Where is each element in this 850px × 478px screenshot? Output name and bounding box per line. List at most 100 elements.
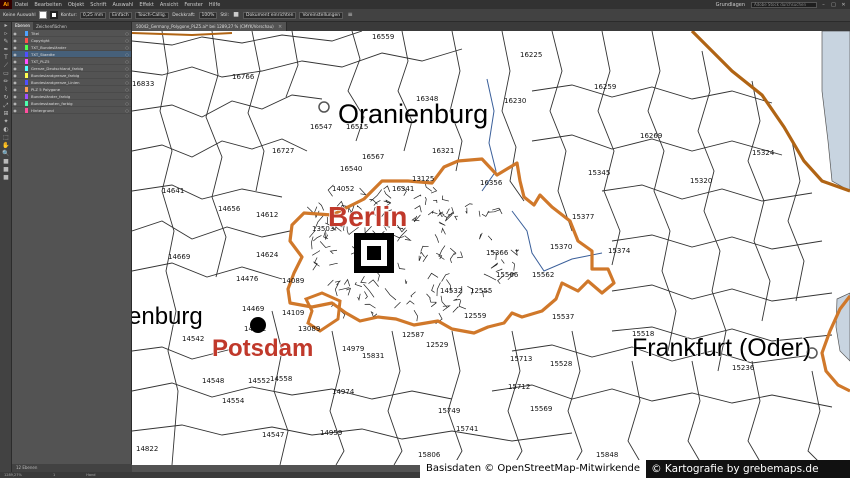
opacity-field[interactable]: 100%	[198, 11, 218, 19]
layer-row[interactable]: ◉ PLZ 5 Polygone ○	[12, 86, 131, 93]
grebemaps-attribution: © Kartografie by grebemaps.de	[646, 460, 850, 478]
layer-name: Copyright	[31, 37, 50, 43]
stroke-swatch[interactable]	[49, 11, 58, 19]
layer-name: Bundesstaaten_farbig	[31, 100, 73, 106]
fill-swatch[interactable]	[38, 11, 47, 19]
tab-ebenen[interactable]: Ebenen	[12, 22, 34, 30]
visibility-eye-icon[interactable]: ◉	[12, 31, 18, 36]
menu-objekt[interactable]: Objekt	[65, 2, 87, 8]
layer-row[interactable]: ◉ Grenze_Deutschland_farbig ○	[12, 65, 131, 72]
target-circle-icon[interactable]: ○	[123, 59, 131, 64]
style-dropdown[interactable]: Touch-Callig.	[134, 11, 170, 19]
arrange-icon[interactable]: ≡	[346, 11, 354, 19]
target-circle-icon[interactable]: ○	[123, 108, 131, 113]
selection-tool-icon[interactable]: ▸	[0, 22, 12, 30]
menu-schrift[interactable]: Schrift	[87, 2, 109, 8]
color-swatch-icon[interactable]: ■	[0, 166, 12, 174]
minimize-icon[interactable]: –	[820, 2, 827, 8]
eraser-tool-icon[interactable]: ⌇	[0, 86, 12, 94]
document-tab[interactable]: 50042_Germany_Polygone_PLZ5.ai* bei 1289…	[132, 22, 288, 31]
line-tool-icon[interactable]: ⟋	[0, 62, 12, 70]
target-circle-icon[interactable]: ○	[123, 66, 131, 71]
menu-bearbeiten[interactable]: Bearbeiten	[31, 2, 64, 8]
opacity-label: Deckkraft:	[172, 12, 196, 18]
symbol-sprayer-tool-icon[interactable]: ✦	[0, 118, 12, 126]
menu-ansicht[interactable]: Ansicht	[157, 2, 181, 8]
visibility-eye-icon[interactable]: ◉	[12, 45, 18, 50]
type-tool-icon[interactable]: T	[0, 54, 12, 62]
layer-row[interactable]: ◉ Bundeslandgrenze_farbig ○	[12, 72, 131, 79]
stock-search-input[interactable]: Adobe Stock durchsuchen	[751, 1, 817, 8]
visibility-eye-icon[interactable]: ◉	[12, 87, 18, 92]
visibility-eye-icon[interactable]: ◉	[12, 52, 18, 57]
scale-tool-icon[interactable]: ⤢	[0, 102, 12, 110]
pencil-tool-icon[interactable]: ✏	[0, 78, 12, 86]
tab-zeichenflaechen[interactable]: Zeichenflächen	[33, 24, 70, 29]
layer-row[interactable]: ◉ Bundesstaaten_farbig ○	[12, 100, 131, 107]
layer-row[interactable]: ◉ TXT_Staedte ○	[12, 51, 131, 58]
artboard-tool-icon[interactable]: ⬚	[0, 134, 12, 142]
menu-effekt[interactable]: Effekt	[136, 2, 157, 8]
direct-selection-tool-icon[interactable]: ▹	[0, 30, 12, 38]
postcode-label: 14109	[282, 309, 304, 317]
workspace-switcher[interactable]: Grundlagen	[713, 2, 748, 8]
layer-name: Hintergrund	[31, 107, 54, 113]
menu-hilfe[interactable]: Hilfe	[206, 2, 223, 8]
layer-row[interactable]: ◉ Bundeslandgrenze_Linien ○	[12, 79, 131, 86]
target-circle-icon[interactable]: ○	[123, 38, 131, 43]
visibility-eye-icon[interactable]: ◉	[12, 94, 18, 99]
artboard-canvas[interactable]: 16559 16766 16225 16833 16515 16230 16259 16348…	[132, 31, 850, 465]
layer-row[interactable]: ◉ Bundesländer_farbig ○	[12, 93, 131, 100]
visibility-eye-icon[interactable]: ◉	[12, 101, 18, 106]
postcode-label: 15537	[552, 313, 574, 321]
visibility-eye-icon[interactable]: ◉	[12, 59, 18, 64]
target-circle-icon[interactable]: ○	[123, 80, 131, 85]
shape-builder-tool-icon[interactable]: ⊞	[0, 110, 12, 118]
visibility-eye-icon[interactable]: ◉	[12, 108, 18, 113]
target-circle-icon[interactable]: ○	[123, 73, 131, 78]
menu-fenster[interactable]: Fenster	[181, 2, 206, 8]
hand-tool-icon[interactable]: ✋	[0, 142, 12, 150]
target-circle-icon[interactable]: ○	[123, 101, 131, 106]
rotate-tool-icon[interactable]: ↻	[0, 94, 12, 102]
postcode-label: 14052	[332, 185, 354, 193]
pen-tool-icon[interactable]: ✎	[0, 38, 12, 46]
close-tab-icon[interactable]: ×	[278, 24, 282, 30]
gradient-tool-icon[interactable]: ◐	[0, 126, 12, 134]
style-picker-icon[interactable]: ■	[232, 11, 240, 19]
color-swatch-icon[interactable]: ■	[0, 158, 12, 166]
layer-row[interactable]: ◉ Copyright ○	[12, 37, 131, 44]
close-icon[interactable]: ✕	[840, 2, 847, 8]
control-bar: Keine Auswahl Kontur: 0,25 mm Einfach To…	[0, 9, 850, 22]
target-circle-icon[interactable]: ○	[123, 31, 131, 36]
rectangle-tool-icon[interactable]: ▭	[0, 70, 12, 78]
postcode-label: 14612	[256, 211, 278, 219]
postcode-label: 16727	[272, 147, 294, 155]
layer-row[interactable]: ◉ TXT_PLZ5 ○	[12, 58, 131, 65]
target-circle-icon[interactable]: ○	[123, 87, 131, 92]
layer-row[interactable]: ◉ Hintergrund ○	[12, 107, 131, 114]
stroke-width-field[interactable]: 0,25 mm	[79, 11, 107, 19]
artboard-number[interactable]: 1	[53, 473, 55, 477]
target-circle-icon[interactable]: ○	[123, 45, 131, 50]
zoom-tool-icon[interactable]: 🔍	[0, 150, 12, 158]
brush-dropdown[interactable]: Einfach	[109, 11, 132, 19]
target-circle-icon[interactable]: ○	[123, 94, 131, 99]
postcode-label: 15366	[486, 249, 509, 257]
visibility-eye-icon[interactable]: ◉	[12, 38, 18, 43]
preferences-button[interactable]: Voreinstellungen	[299, 11, 344, 19]
visibility-eye-icon[interactable]: ◉	[12, 66, 18, 71]
document-setup-button[interactable]: Dokument einrichten	[243, 11, 297, 19]
maximize-icon[interactable]: □	[830, 2, 837, 8]
target-circle-icon[interactable]: ○	[123, 52, 131, 57]
color-swatch-icon[interactable]: ■	[0, 174, 12, 182]
zoom-level[interactable]: 1289,27%	[4, 473, 22, 477]
visibility-eye-icon[interactable]: ◉	[12, 73, 18, 78]
menu-datei[interactable]: Datei	[12, 2, 31, 8]
postcode-label: 14979	[342, 345, 364, 353]
layer-row[interactable]: ◉ Titel ○	[12, 30, 131, 37]
visibility-eye-icon[interactable]: ◉	[12, 80, 18, 85]
curvature-tool-icon[interactable]: ✒	[0, 46, 12, 54]
layer-row[interactable]: ◉ TXT_Bundesländer ○	[12, 44, 131, 51]
menu-auswahl[interactable]: Auswahl	[109, 2, 136, 8]
